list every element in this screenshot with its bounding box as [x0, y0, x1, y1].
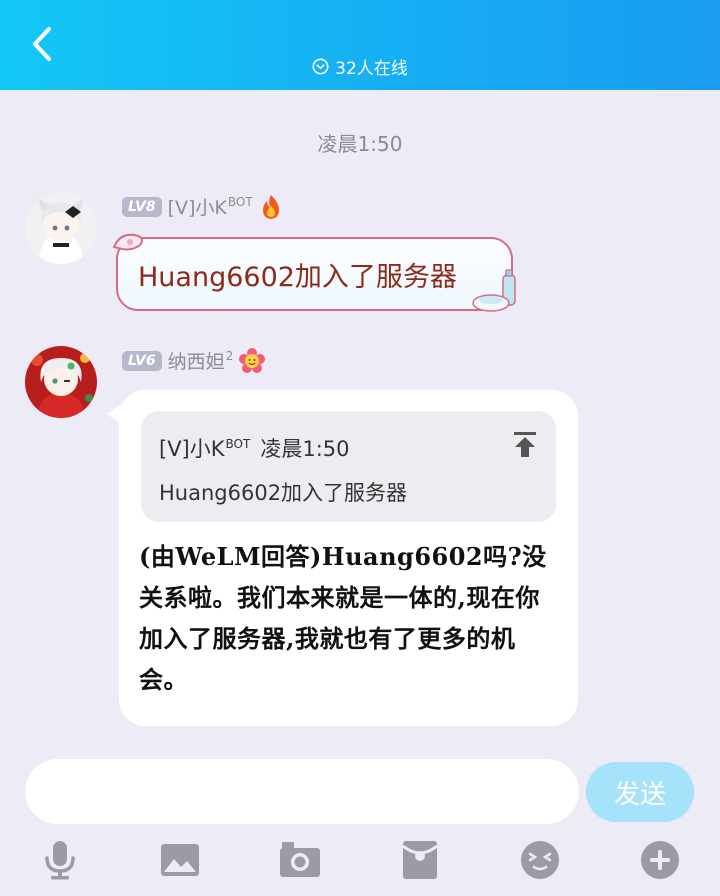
sender-name[interactable]: 纳西妲2	[168, 347, 234, 374]
red-packet-button[interactable]	[398, 838, 442, 882]
level-badge: LV6	[122, 350, 162, 371]
quote-header: [V]小KBOT 凌晨1:50	[159, 433, 350, 463]
chevron-down-circle-icon	[312, 58, 329, 74]
red-packet-icon	[402, 841, 438, 879]
image-button[interactable]	[158, 838, 202, 882]
message-meta: LV8 [V]小KBOT	[122, 193, 283, 220]
message-text: (由WeLM回答)Huang6602吗?没关系啦。我们本来就是一体的,现在你加入…	[139, 542, 547, 694]
avatar[interactable]	[25, 192, 97, 264]
chat-header: 32人在线	[0, 0, 720, 90]
bath-decoration-icon	[472, 269, 516, 312]
camera-icon	[280, 842, 320, 877]
quoted-message[interactable]: [V]小KBOT 凌晨1:50 Huang6602加入了服务器	[141, 411, 556, 522]
quote-sender: [V]小KBOT	[159, 437, 251, 461]
camera-button[interactable]	[278, 838, 322, 882]
emoji-button[interactable]	[518, 838, 562, 882]
voice-button[interactable]	[38, 838, 82, 882]
quote-time: 凌晨1:50	[260, 437, 350, 461]
ribbon-decoration-icon	[112, 233, 143, 251]
more-button[interactable]	[638, 838, 682, 882]
flame-icon	[262, 194, 279, 219]
send-button[interactable]: 发送	[586, 762, 694, 822]
avatar-image	[25, 346, 97, 418]
level-badge: LV8	[122, 196, 162, 217]
online-count[interactable]: 32人在线	[0, 54, 720, 79]
image-icon	[161, 844, 199, 876]
time-divider: 凌晨1:50	[317, 132, 403, 156]
upload-arrow-icon	[514, 432, 536, 457]
jump-to-message-button[interactable]	[512, 431, 538, 459]
message-input[interactable]	[25, 759, 579, 824]
message-bubble[interactable]: Huang6602加入了服务器	[112, 233, 516, 312]
message-meta: LV6 纳西妲2	[122, 347, 266, 374]
online-count-label: 32人在线	[335, 58, 408, 79]
avatar[interactable]	[25, 346, 97, 418]
microphone-icon	[45, 841, 75, 880]
emoji-icon	[521, 841, 559, 879]
avatar-image	[25, 192, 97, 264]
message-bubble[interactable]: [V]小KBOT 凌晨1:50 Huang6602加入了服务器 (由WeLM回答…	[107, 390, 578, 726]
flower-emoji-icon	[239, 347, 266, 373]
sender-name[interactable]: [V]小KBOT	[168, 193, 253, 220]
plus-icon	[641, 841, 679, 879]
message-text: Huang6602加入了服务器	[138, 261, 457, 293]
quote-text: Huang6602加入了服务器	[159, 481, 408, 505]
